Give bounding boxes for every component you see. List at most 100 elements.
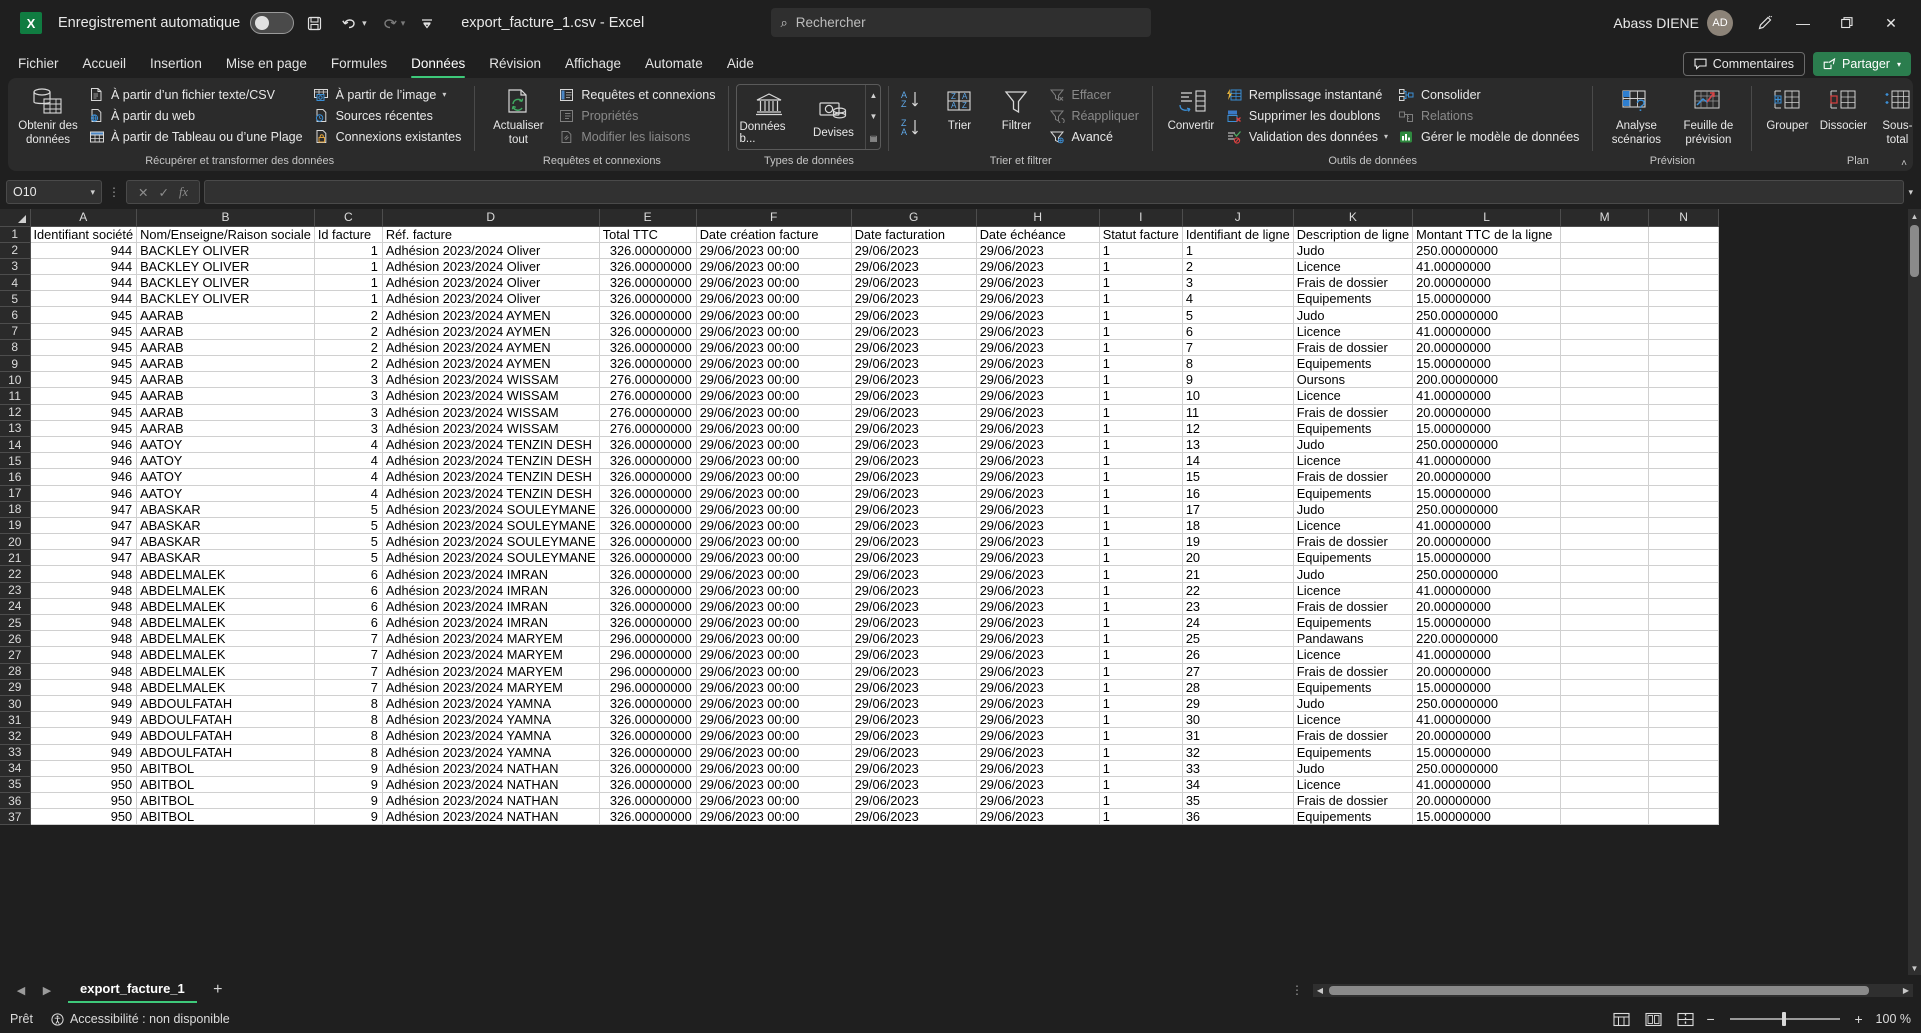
- table-row[interactable]: 7945AARAB2Adhésion 2023/2024 AYMEN326.00…: [0, 323, 1719, 339]
- column-header-N[interactable]: N: [1649, 209, 1719, 226]
- cell-D25[interactable]: Adhésion 2023/2024 IMRAN: [382, 615, 599, 631]
- cell-B27[interactable]: ABDELMALEK: [137, 647, 315, 663]
- cell-D26[interactable]: Adhésion 2023/2024 MARYEM: [382, 631, 599, 647]
- row-header-25[interactable]: 25: [0, 615, 30, 631]
- table-row[interactable]: 21947ABASKAR5Adhésion 2023/2024 SOULEYMA…: [0, 550, 1719, 566]
- cell-E33[interactable]: 326.00000000: [599, 744, 696, 760]
- tab-revision[interactable]: Révision: [477, 52, 553, 78]
- cell-B32[interactable]: ABDOULFATAH: [137, 728, 315, 744]
- cell-E31[interactable]: 326.00000000: [599, 712, 696, 728]
- cell-N13[interactable]: [1649, 420, 1719, 436]
- cell-K3[interactable]: Licence: [1293, 258, 1412, 274]
- cell-I30[interactable]: 1: [1099, 695, 1182, 711]
- cell-H23[interactable]: 29/06/2023: [976, 582, 1099, 598]
- cell-A28[interactable]: 948: [30, 663, 137, 679]
- cell-A9[interactable]: 945: [30, 356, 137, 372]
- from-image-button[interactable]: À partir de l’image ▾: [309, 84, 468, 105]
- cell-H24[interactable]: 29/06/2023: [976, 598, 1099, 614]
- row-header-35[interactable]: 35: [0, 776, 30, 792]
- cell-J6[interactable]: 5: [1182, 307, 1293, 323]
- cell-H27[interactable]: 29/06/2023: [976, 647, 1099, 663]
- cell-L14[interactable]: 250.00000000: [1413, 436, 1561, 452]
- cell-F25[interactable]: 29/06/2023 00:00: [696, 615, 851, 631]
- cell-B10[interactable]: AARAB: [137, 372, 315, 388]
- cell-I5[interactable]: 1: [1099, 291, 1182, 307]
- cell-B14[interactable]: AATOY: [137, 436, 315, 452]
- share-caret-icon[interactable]: ▾: [1897, 60, 1901, 69]
- cell-G1[interactable]: Date facturation: [851, 226, 976, 242]
- cell-J22[interactable]: 21: [1182, 566, 1293, 582]
- cell-L30[interactable]: 250.00000000: [1413, 695, 1561, 711]
- tab-formules[interactable]: Formules: [319, 52, 399, 78]
- cell-J26[interactable]: 25: [1182, 631, 1293, 647]
- cell-K36[interactable]: Frais de dossier: [1293, 793, 1412, 809]
- column-header-B[interactable]: B: [137, 209, 315, 226]
- cell-J10[interactable]: 9: [1182, 372, 1293, 388]
- cell-H35[interactable]: 29/06/2023: [976, 776, 1099, 792]
- cell-M11[interactable]: [1561, 388, 1649, 404]
- cell-M33[interactable]: [1561, 744, 1649, 760]
- cell-K27[interactable]: Licence: [1293, 647, 1412, 663]
- remplissage-instantane-button[interactable]: Remplissage instantané: [1222, 84, 1394, 105]
- cell-E20[interactable]: 326.00000000: [599, 534, 696, 550]
- cell-L17[interactable]: 15.00000000: [1413, 485, 1561, 501]
- cell-I23[interactable]: 1: [1099, 582, 1182, 598]
- cell-A34[interactable]: 950: [30, 760, 137, 776]
- cell-J34[interactable]: 33: [1182, 760, 1293, 776]
- cell-A31[interactable]: 949: [30, 712, 137, 728]
- cell-N14[interactable]: [1649, 436, 1719, 452]
- row-header-7[interactable]: 7: [0, 323, 30, 339]
- cell-F5[interactable]: 29/06/2023 00:00: [696, 291, 851, 307]
- cell-J18[interactable]: 17: [1182, 501, 1293, 517]
- cell-I25[interactable]: 1: [1099, 615, 1182, 631]
- cell-G12[interactable]: 29/06/2023: [851, 404, 976, 420]
- cell-K18[interactable]: Judo: [1293, 501, 1412, 517]
- cell-M37[interactable]: [1561, 809, 1649, 825]
- cell-I31[interactable]: 1: [1099, 712, 1182, 728]
- row-header-14[interactable]: 14: [0, 436, 30, 452]
- cell-M6[interactable]: [1561, 307, 1649, 323]
- cell-L3[interactable]: 41.00000000: [1413, 258, 1561, 274]
- cell-E29[interactable]: 296.00000000: [599, 679, 696, 695]
- cell-A18[interactable]: 947: [30, 501, 137, 517]
- cell-I16[interactable]: 1: [1099, 469, 1182, 485]
- cell-I4[interactable]: 1: [1099, 275, 1182, 291]
- column-header-C[interactable]: C: [314, 209, 382, 226]
- cell-N19[interactable]: [1649, 517, 1719, 533]
- cell-G37[interactable]: 29/06/2023: [851, 809, 976, 825]
- cell-N34[interactable]: [1649, 760, 1719, 776]
- column-header-F[interactable]: F: [696, 209, 851, 226]
- row-header-24[interactable]: 24: [0, 598, 30, 614]
- cell-A33[interactable]: 949: [30, 744, 137, 760]
- cell-I28[interactable]: 1: [1099, 663, 1182, 679]
- cell-B25[interactable]: ABDELMALEK: [137, 615, 315, 631]
- row-header-37[interactable]: 37: [0, 809, 30, 825]
- cell-M26[interactable]: [1561, 631, 1649, 647]
- cell-M2[interactable]: [1561, 242, 1649, 258]
- cell-J35[interactable]: 34: [1182, 776, 1293, 792]
- cell-I35[interactable]: 1: [1099, 776, 1182, 792]
- collapse-ribbon-button[interactable]: ˄: [1901, 158, 1907, 169]
- cell-D14[interactable]: Adhésion 2023/2024 TENZIN DESH: [382, 436, 599, 452]
- cell-G8[interactable]: 29/06/2023: [851, 339, 976, 355]
- cell-K31[interactable]: Licence: [1293, 712, 1412, 728]
- cell-F14[interactable]: 29/06/2023 00:00: [696, 436, 851, 452]
- accept-icon[interactable]: ✓: [158, 185, 168, 200]
- cell-L28[interactable]: 20.00000000: [1413, 663, 1561, 679]
- cell-E3[interactable]: 326.00000000: [599, 258, 696, 274]
- cell-M36[interactable]: [1561, 793, 1649, 809]
- cell-G7[interactable]: 29/06/2023: [851, 323, 976, 339]
- cell-C31[interactable]: 8: [314, 712, 382, 728]
- cell-D10[interactable]: Adhésion 2023/2024 WISSAM: [382, 372, 599, 388]
- row-header-10[interactable]: 10: [0, 372, 30, 388]
- table-row[interactable]: 10945AARAB3Adhésion 2023/2024 WISSAM276.…: [0, 372, 1719, 388]
- cell-J5[interactable]: 4: [1182, 291, 1293, 307]
- cell-L7[interactable]: 41.00000000: [1413, 323, 1561, 339]
- cell-J14[interactable]: 13: [1182, 436, 1293, 452]
- cell-B36[interactable]: ABITBOL: [137, 793, 315, 809]
- cell-L13[interactable]: 15.00000000: [1413, 420, 1561, 436]
- cell-N28[interactable]: [1649, 663, 1719, 679]
- cell-N16[interactable]: [1649, 469, 1719, 485]
- cell-B28[interactable]: ABDELMALEK: [137, 663, 315, 679]
- cell-B22[interactable]: ABDELMALEK: [137, 566, 315, 582]
